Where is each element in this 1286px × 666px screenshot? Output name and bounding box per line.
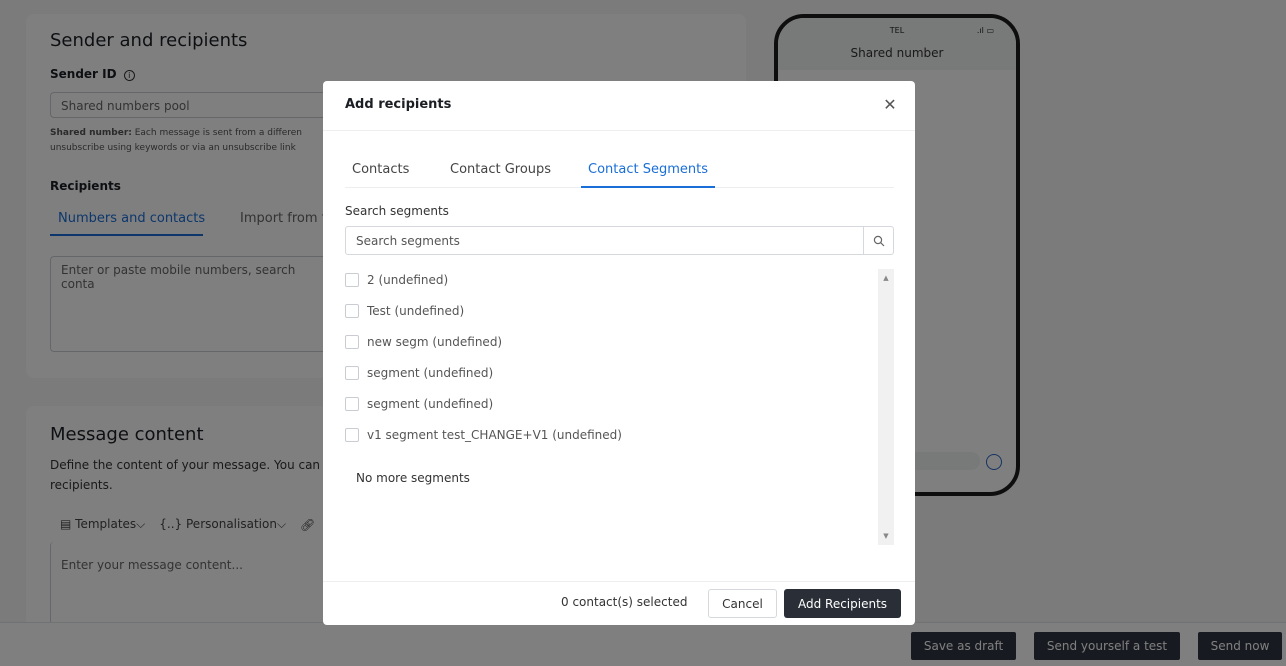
recipient-type-tabs: Contacts Contact Groups Contact Segments xyxy=(345,161,894,188)
search-segments-label: Search segments xyxy=(345,204,449,218)
tab-contacts[interactable]: Contacts xyxy=(345,161,416,188)
segment-label: v1 segment test_CHANGE+V1 (undefined) xyxy=(367,428,622,442)
segment-checkbox[interactable] xyxy=(345,304,359,318)
scroll-up-icon[interactable]: ▲ xyxy=(878,271,894,285)
segment-checkbox[interactable] xyxy=(345,397,359,411)
no-more-segments: No more segments xyxy=(356,471,470,485)
tab-contact-segments[interactable]: Contact Segments xyxy=(581,161,715,188)
segment-list[interactable]: 2 (undefined) Test (undefined) new segm … xyxy=(345,269,894,545)
segment-checkbox[interactable] xyxy=(345,273,359,287)
add-recipients-button[interactable]: Add Recipients xyxy=(784,589,901,618)
list-item[interactable]: segment (undefined) xyxy=(345,394,493,414)
footer-divider xyxy=(323,581,915,582)
list-item[interactable]: Test (undefined) xyxy=(345,301,464,321)
search-input[interactable] xyxy=(346,227,863,254)
tab-contact-groups[interactable]: Contact Groups xyxy=(443,161,558,188)
segment-checkbox[interactable] xyxy=(345,335,359,349)
list-item[interactable]: 2 (undefined) xyxy=(345,270,448,290)
close-icon[interactable]: ✕ xyxy=(882,97,898,113)
segment-label: segment (undefined) xyxy=(367,397,494,411)
cancel-button[interactable]: Cancel xyxy=(708,589,777,618)
selected-count: 0 contact(s) selected xyxy=(561,595,688,609)
segment-checkbox[interactable] xyxy=(345,366,359,380)
add-recipients-modal: Add recipients ✕ Contacts Contact Groups… xyxy=(323,81,915,625)
scrollbar[interactable]: ▲ ▼ xyxy=(878,269,894,545)
modal-title: Add recipients xyxy=(345,97,452,112)
segment-label: Test (undefined) xyxy=(367,304,465,318)
segment-label: 2 (undefined) xyxy=(367,273,449,287)
list-item[interactable]: v1 segment test_CHANGE+V1 (undefined) xyxy=(345,425,622,445)
segment-checkbox[interactable] xyxy=(345,428,359,442)
list-item[interactable]: new segm (undefined) xyxy=(345,332,502,352)
segment-label: new segm (undefined) xyxy=(367,335,503,349)
search-icon[interactable] xyxy=(863,227,893,254)
segment-label: segment (undefined) xyxy=(367,366,494,380)
list-item[interactable]: segment (undefined) xyxy=(345,363,493,383)
scroll-down-icon[interactable]: ▼ xyxy=(878,529,894,543)
search-segments-field xyxy=(345,226,894,255)
header-divider xyxy=(323,130,915,131)
